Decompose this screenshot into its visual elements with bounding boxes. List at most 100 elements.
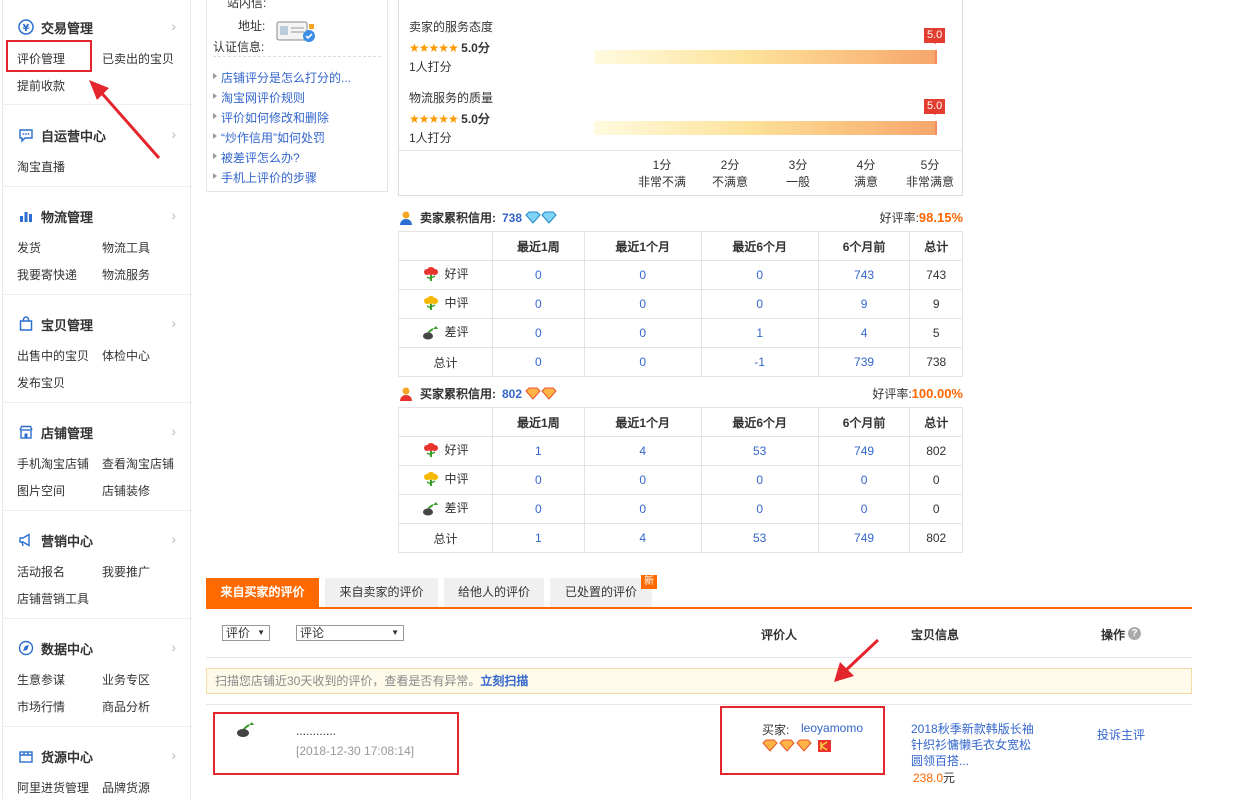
- help-icon[interactable]: ?: [1128, 627, 1141, 640]
- tab-from-sellers[interactable]: 来自卖家的评价: [325, 578, 438, 607]
- faq-link-bad-review[interactable]: 被差评怎么办?: [213, 149, 300, 166]
- table-cell[interactable]: 53: [700, 523, 819, 553]
- faq-link-score[interactable]: 店铺评分是怎么打分的...: [212, 69, 351, 86]
- sidebar-item-sold-items[interactable]: 已卖出的宝贝: [102, 50, 174, 67]
- sidebar-item-send-express[interactable]: 我要寄快递: [17, 266, 77, 283]
- chevron-right-icon[interactable]: ›: [171, 126, 176, 142]
- sidebar-item-image-space[interactable]: 图片空间: [17, 482, 65, 499]
- rating-filter-value: 评价: [226, 626, 251, 640]
- table-cell[interactable]: 0: [700, 465, 819, 495]
- review-tabs: 来自买家的评价 来自卖家的评价 给他人的评价 已处置的评价: [206, 578, 1192, 609]
- table-cell[interactable]: 0: [583, 260, 702, 290]
- faq-link-penalty[interactable]: “炒作信用”如何处罚: [213, 129, 325, 146]
- storefront-icon: [17, 423, 35, 441]
- sidebar-item-market[interactable]: 市场行情: [17, 698, 65, 715]
- seller-credit-value[interactable]: 738: [502, 211, 522, 225]
- chevron-right-icon[interactable]: ›: [171, 207, 176, 223]
- table-cell[interactable]: 0: [700, 260, 819, 290]
- table-cell[interactable]: 0: [583, 289, 702, 319]
- sidebar-item-1688-purchase[interactable]: 阿里进货管理: [17, 779, 89, 796]
- table-cell[interactable]: 739: [817, 347, 911, 377]
- comment-filter-select[interactable]: 评论 ▼: [296, 625, 404, 641]
- table-cell[interactable]: 743: [817, 260, 911, 290]
- table-cell[interactable]: 53: [700, 436, 819, 466]
- sidebar-item-logistics-service[interactable]: 物流服务: [102, 266, 150, 283]
- buyer-credit-value[interactable]: 802: [502, 387, 522, 401]
- table-cell[interactable]: 0: [492, 260, 585, 290]
- table-cell[interactable]: 1: [492, 436, 585, 466]
- scale-1: 1分 非常不满: [637, 158, 686, 189]
- sidebar-item-taobao-live[interactable]: 淘宝直播: [17, 158, 65, 175]
- column-header-reviewer: 评价人: [761, 628, 798, 642]
- rating-filter-select[interactable]: 评价 ▼: [222, 625, 270, 641]
- table-cell[interactable]: 4: [817, 318, 911, 348]
- table-cell[interactable]: 4: [583, 523, 702, 553]
- section-items[interactable]: 宝贝管理: [17, 314, 93, 334]
- sidebar-item-publish[interactable]: 发布宝贝: [17, 374, 65, 391]
- section-marketing[interactable]: 营销中心: [17, 530, 93, 550]
- table-cell[interactable]: 749: [817, 523, 911, 553]
- sidebar-item-promote[interactable]: 我要推广: [102, 563, 150, 580]
- table-cell[interactable]: 0: [492, 347, 585, 377]
- sidebar-item-ship[interactable]: 发货: [17, 239, 41, 256]
- chevron-right-icon[interactable]: ›: [171, 18, 176, 34]
- sidebar-item-business-zone[interactable]: 业务专区: [102, 671, 150, 688]
- table-cell[interactable]: 0: [817, 494, 911, 524]
- table-cell[interactable]: -1: [700, 347, 819, 377]
- faq-link-modify[interactable]: 评价如何修改和删除: [212, 109, 329, 126]
- table-cell[interactable]: 0: [700, 494, 819, 524]
- section-logistics[interactable]: 物流管理: [17, 206, 93, 226]
- table-cell[interactable]: 0: [583, 347, 702, 377]
- scale-4: 4分 满意: [853, 158, 878, 189]
- table-cell[interactable]: 0: [817, 465, 911, 495]
- table-cell[interactable]: 0: [492, 494, 585, 524]
- complain-review-link[interactable]: 投诉主评: [1097, 726, 1145, 743]
- table-cell[interactable]: 0: [700, 289, 819, 319]
- chevron-right-icon[interactable]: ›: [171, 531, 176, 547]
- table-cell[interactable]: 0: [492, 465, 585, 495]
- tab-handled[interactable]: 已处置的评价: [550, 578, 652, 607]
- item-title-link[interactable]: 2018秋季新款韩版长袖针织衫慵懒毛衣女宽松圆领百搭...: [911, 721, 1041, 769]
- dsr-rating-box: 卖家的服务态度 ★★★★★ 5.0分 1人打分 5.0 物流服务的质量 ★★★★…: [398, 0, 963, 196]
- sidebar-item-mobile-shop[interactable]: 手机淘宝店铺: [17, 455, 89, 472]
- sidebar-item-event-signup[interactable]: 活动报名: [17, 563, 65, 580]
- sidebar-item-on-sale[interactable]: 出售中的宝贝: [17, 347, 89, 364]
- section-data[interactable]: 数据中心: [17, 638, 93, 658]
- scan-now-link[interactable]: 立刻扫描: [480, 674, 528, 688]
- section-sourcing[interactable]: 货源中心: [17, 746, 93, 766]
- section-trade[interactable]: ¥ 交易管理: [17, 17, 93, 37]
- table-cell[interactable]: 749: [817, 436, 911, 466]
- sidebar-item-business-advisor[interactable]: 生意参谋: [17, 671, 65, 688]
- table-cell[interactable]: 9: [817, 289, 911, 319]
- table-cell[interactable]: 0: [492, 289, 585, 319]
- section-shop[interactable]: 店铺管理: [17, 422, 93, 442]
- faq-link-rules[interactable]: 淘宝网评价规则: [212, 89, 305, 106]
- dsr-logistics-label: 物流服务的质量: [409, 91, 494, 105]
- sidebar-item-brand-source[interactable]: 品牌货源: [102, 779, 150, 796]
- table-cell[interactable]: 4: [583, 436, 702, 466]
- chevron-right-icon[interactable]: ›: [171, 315, 176, 331]
- seller-rate-value: 98.15%: [918, 210, 963, 225]
- tab-given-to-others[interactable]: 给他人的评价: [444, 578, 544, 607]
- dsr-logistics-flag: 5.0: [924, 99, 946, 115]
- chevron-right-icon[interactable]: ›: [171, 747, 176, 763]
- chevron-right-icon[interactable]: ›: [171, 423, 176, 439]
- faq-link-mobile[interactable]: 手机上评价的步骤: [212, 169, 317, 186]
- shop-info-box: 站内信: 地址: 认证信息: 店铺评分是怎么打分的... 淘宝网评价规则 评价如…: [206, 0, 388, 192]
- table-cell[interactable]: 0: [583, 318, 702, 348]
- table-cell[interactable]: 0: [492, 318, 585, 348]
- sidebar-item-view-shop[interactable]: 查看淘宝店铺: [102, 455, 174, 472]
- sidebar-item-logistics-tools[interactable]: 物流工具: [102, 239, 150, 256]
- table-cell[interactable]: 0: [583, 465, 702, 495]
- table-cell[interactable]: 1: [700, 318, 819, 348]
- sidebar-item-shop-decor[interactable]: 店铺装修: [102, 482, 150, 499]
- sidebar-item-marketing-tools[interactable]: 店铺营销工具: [17, 590, 89, 607]
- table-cell[interactable]: 1: [492, 523, 585, 553]
- sidebar-item-health-check[interactable]: 体检中心: [102, 347, 150, 364]
- tab-from-buyers[interactable]: 来自买家的评价: [206, 578, 319, 607]
- sidebar-item-early-payment[interactable]: 提前收款: [17, 77, 65, 94]
- table-row: 中评 0 0 0 9 9: [398, 289, 963, 319]
- chevron-right-icon[interactable]: ›: [171, 639, 176, 655]
- table-cell[interactable]: 0: [583, 494, 702, 524]
- sidebar-item-product-analysis[interactable]: 商品分析: [102, 698, 150, 715]
